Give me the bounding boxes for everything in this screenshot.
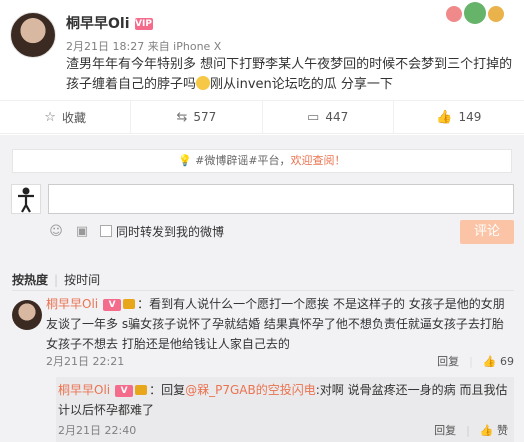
mention-link[interactable]: @槑_P7GAB的空投闪电 bbox=[185, 383, 316, 397]
author-name[interactable]: 桐早早Oli VIP bbox=[66, 13, 153, 33]
medal-icon bbox=[123, 299, 136, 309]
comment-time: 2月21日 22:21 bbox=[46, 355, 125, 368]
vip-badge: VIP bbox=[134, 18, 153, 30]
thumbs-up-icon: 👍 bbox=[482, 354, 500, 368]
reply-button[interactable]: 回复 bbox=[437, 353, 459, 369]
post-action-bar: ☆ 收藏 ⇆ 577 ▭ 447 👍 149 bbox=[0, 100, 524, 134]
repost-checkbox-row[interactable]: 同时转发到我的微博 bbox=[100, 223, 224, 240]
sub-like-button[interactable]: 👍 赞 bbox=[480, 422, 508, 438]
comment-button[interactable]: ▭ 447 bbox=[263, 101, 394, 133]
commenter-name[interactable]: 桐早早Oli bbox=[46, 297, 98, 311]
composer-toolbar: ☺ ▣ 同时转发到我的微博 bbox=[48, 222, 224, 240]
repost-button[interactable]: ⇆ 577 bbox=[131, 101, 263, 133]
sub-reply-button[interactable]: 回复 bbox=[434, 422, 456, 438]
comment-input[interactable] bbox=[48, 184, 514, 214]
emoji-icon bbox=[196, 76, 211, 90]
like-button[interactable]: 👍 149 bbox=[394, 101, 524, 133]
comment-like-button[interactable]: 👍 69 bbox=[483, 355, 514, 368]
star-icon: ☆ bbox=[44, 109, 56, 125]
comment-sort-tabs: 按热度 | 按时间 bbox=[12, 273, 101, 287]
author-avatar[interactable] bbox=[10, 12, 56, 58]
submit-comment-button[interactable]: 评论 bbox=[460, 220, 514, 244]
comment-text: 桐早早Oli V ：看到有人说什么一个愿打一个愿挨 不是这样子的 女孩子是他的女朋友… bbox=[46, 297, 505, 351]
commenter-avatar[interactable] bbox=[12, 300, 42, 330]
comment-meta: 2月21日 22:21 回复 | 👍 69 bbox=[46, 353, 514, 369]
rumor-notice-banner[interactable]: 💡 #微博辟谣#平台，欢迎查阅！ bbox=[12, 149, 512, 173]
post-text: 渣男年年有今年特别多 想问下打野李某人午夜梦回的时候不会梦到三个打掉的孩子缠着自… bbox=[66, 57, 513, 92]
sub-comment-text: 桐早早Oli V ：回复@槑_P7GAB的空投闪电:对啊 说骨盆疼还一身的病 而且我… bbox=[58, 383, 508, 417]
post-meta: 2月21日 18:27 来自 iPhone X bbox=[66, 40, 222, 53]
sort-by-hot-tab[interactable]: 按热度 bbox=[12, 273, 48, 287]
divider bbox=[12, 290, 514, 291]
sort-by-time-tab[interactable]: 按时间 bbox=[64, 273, 100, 287]
thumbs-up-icon: 👍 bbox=[479, 424, 497, 437]
vip-badge: V bbox=[103, 298, 122, 311]
thumbs-up-icon: 👍 bbox=[436, 109, 453, 125]
sub-comment-time: 2月21日 22:40 bbox=[58, 424, 137, 437]
my-avatar bbox=[11, 184, 41, 214]
sub-commenter-name[interactable]: 桐早早Oli bbox=[58, 383, 110, 397]
repost-checkbox[interactable] bbox=[100, 224, 112, 237]
sub-comment-meta: 2月21日 22:40 回复 | 👍 赞 bbox=[58, 422, 508, 438]
weibo-post: 桐早早Oli VIP 2月21日 18:27 来自 iPhone X 渣男年年有今… bbox=[0, 0, 524, 100]
sticker-icon bbox=[446, 0, 516, 24]
repost-icon: ⇆ bbox=[176, 109, 188, 125]
medal-icon bbox=[135, 385, 148, 395]
vip-badge: V bbox=[115, 384, 134, 397]
favorite-button[interactable]: ☆ 收藏 bbox=[0, 101, 132, 133]
image-icon[interactable]: ▣ bbox=[74, 223, 90, 239]
comment-icon: ▭ bbox=[307, 109, 320, 125]
bulb-icon: 💡 bbox=[178, 154, 193, 167]
emoji-picker-icon[interactable]: ☺ bbox=[48, 223, 64, 239]
